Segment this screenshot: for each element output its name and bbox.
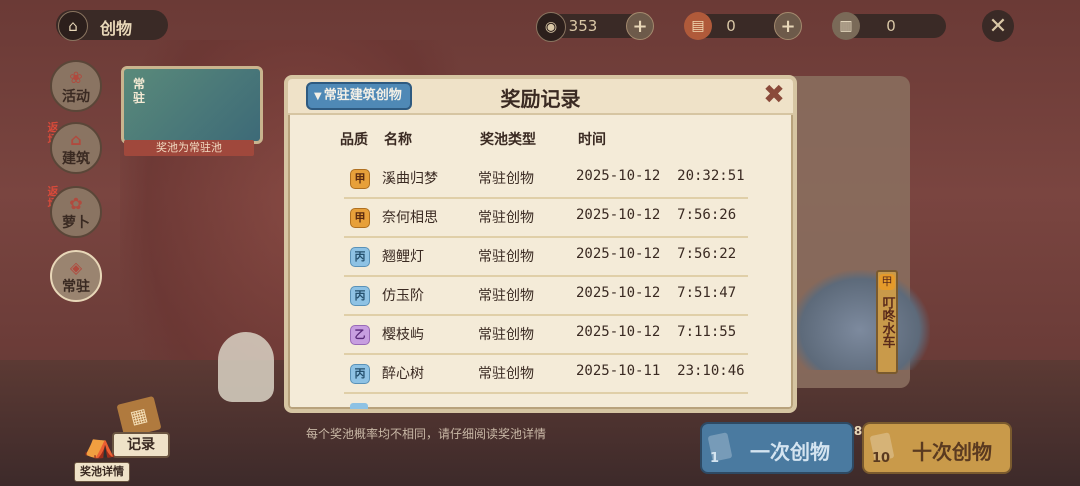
column-header-name: 名称 [384, 132, 412, 148]
record-row: 丙 醉心树 常驻创物 2025-10-11 23:10:46 [344, 354, 748, 394]
pool-type: 常驻创物 [478, 210, 534, 226]
record-row: 乙 樱枝屿 常驻创物 2025-10-12 7:11:55 [344, 315, 748, 355]
item-name: 醉心树 [382, 366, 424, 382]
sidenav-item-bunny[interactable]: ✿ 萝卜 [50, 186, 102, 238]
page-title: 创物 [100, 19, 133, 38]
currency-ticket: ▤ 0 + [684, 12, 802, 40]
sidenav-item-building[interactable]: ⌂ 建筑 [50, 122, 102, 174]
column-header-pool: 奖池类型 [480, 132, 536, 148]
pool-type: 常驻创物 [478, 171, 534, 187]
dialog-title: 奖励记录 [500, 87, 581, 111]
record-time: 2025-10-12 7:51:47 [576, 285, 737, 301]
currency-coin-value: 353 [568, 17, 598, 35]
grade-badge: 丙 [350, 286, 370, 306]
record-time: 2025-10-12 7:11:55 [576, 324, 737, 340]
grade-badge: 甲 [350, 169, 370, 189]
item-name: 樱枝屿 [382, 327, 424, 343]
home-icon[interactable]: ⌂ [58, 11, 88, 41]
page-title-bar: ⌂ 创物 [56, 10, 168, 41]
draw-once-label: 一次创物 [750, 440, 830, 464]
next-row-peek [350, 403, 368, 409]
currency-coin: ◉ 353 + [536, 12, 654, 42]
pool-detail-button[interactable]: 奖池详情 [74, 462, 130, 482]
record-time: 2025-10-12 20:32:51 [576, 168, 745, 184]
item-name: 仿玉阶 [382, 288, 424, 304]
sidenav-item-label: 活动 [62, 89, 90, 105]
pool-type: 常驻创物 [478, 249, 534, 265]
pool-type: 常驻创物 [478, 366, 534, 382]
pool-card[interactable]: 常驻 [121, 66, 263, 144]
column-header-grade: 品质 [340, 132, 368, 148]
item-name: 溪曲归梦 [382, 171, 438, 187]
draw-once-button[interactable]: 1 一次创物 [700, 422, 854, 474]
pool-type: 常驻创物 [478, 327, 534, 343]
mascot-figure [218, 332, 274, 402]
item-name: 翘鲤灯 [382, 249, 424, 265]
pool-tip: 奖池为常驻池 [124, 140, 254, 156]
pool-type: 常驻创物 [478, 288, 534, 304]
reward-record-dialog: ▼ 常驻建筑创物 奖励记录 ✖ 品质 名称 奖池类型 时间 甲 溪曲归梦 常驻创物… [284, 75, 797, 413]
record-row: 丙 翘鲤灯 常驻创物 2025-10-12 7:56:22 [344, 237, 748, 277]
featured-item-image [790, 270, 930, 370]
add-coin-button[interactable]: + [626, 12, 654, 40]
draw-ten-cost: 10 [872, 451, 891, 466]
grade-badge: 甲 [350, 208, 370, 228]
grade-badge: 丙 [350, 364, 370, 384]
record-time: 2025-10-12 7:56:22 [576, 246, 737, 262]
sidenav-item-permanent[interactable]: ◈ 常驻 [50, 250, 102, 302]
pile-icon: ◈ [69, 258, 83, 277]
item-name: 奈何相思 [382, 210, 438, 226]
grade-badge: 丙 [350, 247, 370, 267]
record-button[interactable]: 记录 [112, 432, 170, 458]
featured-grade-badge: 甲 [879, 274, 895, 290]
sidenav-item-label: 建筑 [62, 151, 90, 167]
grade-badge: 乙 [350, 325, 370, 345]
probability-tip: 每个奖池概率均不相同，请仔细阅读奖池详情 [306, 427, 547, 441]
sidenav-item-activity[interactable]: ❀ 活动 [50, 60, 102, 112]
sidenav-item-label: 萝卜 [62, 215, 90, 231]
pool-detail-icon[interactable]: ⛺ [82, 430, 118, 462]
record-time: 2025-10-12 7:56:26 [576, 207, 737, 223]
currency-scroll: ▥ 0 [832, 12, 946, 40]
building-icon: ⌂ [70, 130, 82, 149]
featured-item-name: 叮咚水车 [879, 296, 895, 348]
record-time: 2025-10-11 23:10:46 [576, 363, 745, 379]
pool-card-label: 常驻 [132, 77, 145, 105]
draw-ten-label: 十次创物 [912, 440, 992, 464]
record-row: 丙 仿玉阶 常驻创物 2025-10-12 7:51:47 [344, 276, 748, 316]
record-row: 甲 奈何相思 常驻创物 2025-10-12 7:56:26 [344, 198, 748, 238]
add-ticket-button[interactable]: + [774, 12, 802, 40]
close-icon[interactable]: ✖ [761, 82, 787, 108]
bunny-icon: ✿ [69, 194, 83, 213]
dialog-header: ▼ 常驻建筑创物 奖励记录 ✖ [288, 79, 793, 115]
column-header-time: 时间 [578, 132, 606, 148]
close-icon[interactable]: ✕ [982, 10, 1014, 42]
record-row: 甲 溪曲归梦 常驻创物 2025-10-12 20:32:51 [344, 159, 748, 199]
draw-once-cost: 1 [710, 451, 720, 466]
lion-icon: ❀ [69, 68, 83, 87]
draw-ten-button[interactable]: 10 十次创物 [862, 422, 1012, 474]
currency-scroll-value: 0 [886, 17, 896, 35]
currency-ticket-value: 0 [726, 17, 736, 35]
sidenav-item-label: 常驻 [62, 279, 90, 295]
